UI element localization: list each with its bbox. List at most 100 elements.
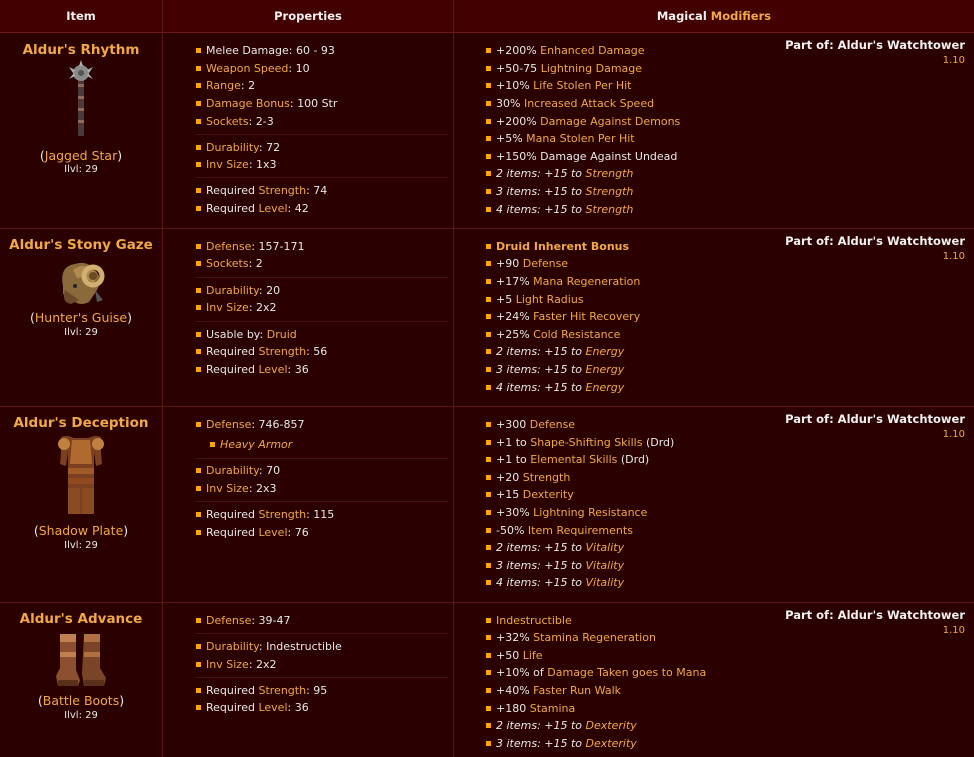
header-item: Item bbox=[66, 9, 96, 23]
property-divider bbox=[195, 633, 448, 634]
column-divider bbox=[162, 0, 163, 757]
item-level: Ilvl: 29 bbox=[64, 327, 98, 338]
hunters-guise-icon bbox=[62, 262, 105, 304]
set-bonus-line: 3 items: +15 to Strength bbox=[486, 183, 633, 200]
set-bonus-line: 4 items: +15 to Strength bbox=[486, 201, 633, 218]
property-divider bbox=[195, 458, 448, 459]
property-line: Inv Size: 2x3 bbox=[196, 480, 277, 497]
modifier-line: +17% Mana Regeneration bbox=[486, 273, 640, 290]
property-divider bbox=[195, 277, 448, 278]
set-link[interactable]: Part of: Aldur's Watchtower bbox=[785, 412, 965, 426]
modifier-line: +50-75 Lightning Damage bbox=[486, 60, 642, 77]
modifier-line: +200% Damage Against Demons bbox=[486, 113, 680, 130]
set-bonus-line: 2 items: +15 to Vitality bbox=[486, 539, 624, 556]
modifier-line: Indestructible bbox=[486, 612, 572, 629]
set-bonus-line: 2 items: +15 to Dexterity bbox=[486, 717, 637, 734]
modifier-line: +150% Damage Against Undead bbox=[486, 148, 677, 165]
armor-type: Heavy Armor bbox=[210, 436, 292, 453]
property-line: Required Strength: 74 bbox=[196, 182, 327, 199]
table-header: Item Properties Magical Modifiers bbox=[0, 0, 974, 33]
property-line: Required Level: 36 bbox=[196, 699, 309, 716]
patch-version: 1.10 bbox=[942, 55, 965, 66]
property-line: Required Level: 42 bbox=[196, 200, 309, 217]
modifier-line: +15 Dexterity bbox=[486, 486, 574, 503]
modifier-line: -50% Item Requirements bbox=[486, 522, 633, 539]
modifier-line: +5 Light Radius bbox=[486, 291, 584, 308]
header-magical-modifiers: Magical Modifiers bbox=[656, 9, 772, 23]
property-line: Melee Damage: 60 - 93 bbox=[196, 42, 335, 59]
patch-version: 1.10 bbox=[942, 251, 965, 262]
header-properties: Properties bbox=[274, 9, 342, 23]
property-line: Durability: Indestructible bbox=[196, 638, 342, 655]
item-base[interactable]: (Hunter's Guise) bbox=[0, 310, 162, 325]
item-level: Ilvl: 29 bbox=[64, 710, 98, 721]
jagged-star-icon bbox=[69, 60, 93, 136]
property-line: Defense: 39-47 bbox=[196, 612, 291, 629]
modifier-line: +1 to Shape-Shifting Skills (Drd) bbox=[486, 434, 674, 451]
set-link[interactable]: Part of: Aldur's Watchtower bbox=[785, 38, 965, 52]
modifier-line: +200% Enhanced Damage bbox=[486, 42, 645, 59]
set-bonus-line: 3 items: +15 to Vitality bbox=[486, 557, 624, 574]
property-line: Durability: 20 bbox=[196, 282, 280, 299]
property-line: Defense: 746-857 bbox=[196, 416, 305, 433]
property-line: Required Strength: 56 bbox=[196, 343, 327, 360]
property-line: Damage Bonus: 100 Str bbox=[196, 95, 337, 112]
property-line: Weapon Speed: 10 bbox=[196, 60, 310, 77]
item-base[interactable]: (Shadow Plate) bbox=[0, 523, 162, 538]
modifier-line: +10% of Damage Taken goes to Mana bbox=[486, 664, 706, 681]
column-divider bbox=[453, 0, 454, 757]
patch-version: 1.10 bbox=[942, 429, 965, 440]
item-name[interactable]: Aldur's Rhythm bbox=[0, 42, 162, 58]
set-bonus-line: 4 items: +15 to Vitality bbox=[486, 574, 624, 591]
modifier-line: +180 Stamina bbox=[486, 700, 575, 717]
set-link[interactable]: Part of: Aldur's Watchtower bbox=[785, 234, 965, 248]
modifier-line: +25% Cold Resistance bbox=[486, 326, 620, 343]
set-bonus-line: 2 items: +15 to Strength bbox=[486, 165, 633, 182]
battle-boots-icon bbox=[56, 634, 106, 686]
property-divider bbox=[195, 321, 448, 322]
property-line: Required Level: 36 bbox=[196, 361, 309, 378]
property-divider bbox=[195, 677, 448, 678]
modifier-line: +10% Life Stolen Per Hit bbox=[486, 77, 631, 94]
property-line: Durability: 72 bbox=[196, 139, 280, 156]
shadow-plate-icon bbox=[58, 436, 104, 514]
property-divider bbox=[195, 501, 448, 502]
item-level: Ilvl: 29 bbox=[64, 164, 98, 175]
property-line: Required Strength: 115 bbox=[196, 506, 334, 523]
row-divider bbox=[0, 228, 974, 229]
property-line: Inv Size: 1x3 bbox=[196, 156, 277, 173]
modifier-line: +5% Mana Stolen Per Hit bbox=[486, 130, 635, 147]
property-line: Usable by: Druid bbox=[196, 326, 297, 343]
modifier-line: +90 Defense bbox=[486, 255, 568, 272]
set-bonus-line: 4 items: +15 to Energy bbox=[486, 379, 624, 396]
modifier-line: +30% Lightning Resistance bbox=[486, 504, 647, 521]
property-divider bbox=[195, 134, 448, 135]
modifier-line: 30% Increased Attack Speed bbox=[486, 95, 654, 112]
property-line: Sockets: 2 bbox=[196, 255, 263, 272]
property-line: Range: 2 bbox=[196, 77, 255, 94]
modifier-line: +24% Faster Hit Recovery bbox=[486, 308, 640, 325]
item-name[interactable]: Aldur's Deception bbox=[0, 415, 162, 431]
property-line: Inv Size: 2x2 bbox=[196, 299, 277, 316]
item-level: Ilvl: 29 bbox=[64, 540, 98, 551]
set-bonus-line: 3 items: +15 to Energy bbox=[486, 361, 624, 378]
property-divider bbox=[195, 177, 448, 178]
property-line: Durability: 70 bbox=[196, 462, 280, 479]
item-base[interactable]: (Battle Boots) bbox=[0, 693, 162, 708]
property-line: Required Strength: 95 bbox=[196, 682, 327, 699]
set-link[interactable]: Part of: Aldur's Watchtower bbox=[785, 608, 965, 622]
property-line: Inv Size: 2x2 bbox=[196, 656, 277, 673]
modifier-line: +50 Life bbox=[486, 647, 543, 664]
modifier-line: Druid Inherent Bonus bbox=[486, 238, 629, 255]
row-divider bbox=[0, 406, 974, 407]
item-table: Item Properties Magical Modifiers Aldur'… bbox=[0, 0, 974, 757]
row-divider bbox=[0, 602, 974, 603]
modifier-line: +32% Stamina Regeneration bbox=[486, 629, 656, 646]
property-line: Defense: 157-171 bbox=[196, 238, 305, 255]
item-name[interactable]: Aldur's Stony Gaze bbox=[0, 237, 162, 253]
set-bonus-line: 3 items: +15 to Dexterity bbox=[486, 735, 637, 752]
modifier-line: +1 to Elemental Skills (Drd) bbox=[486, 451, 649, 468]
modifier-line: +300 Defense bbox=[486, 416, 575, 433]
item-base[interactable]: (Jagged Star) bbox=[0, 148, 162, 163]
item-name[interactable]: Aldur's Advance bbox=[0, 611, 162, 627]
